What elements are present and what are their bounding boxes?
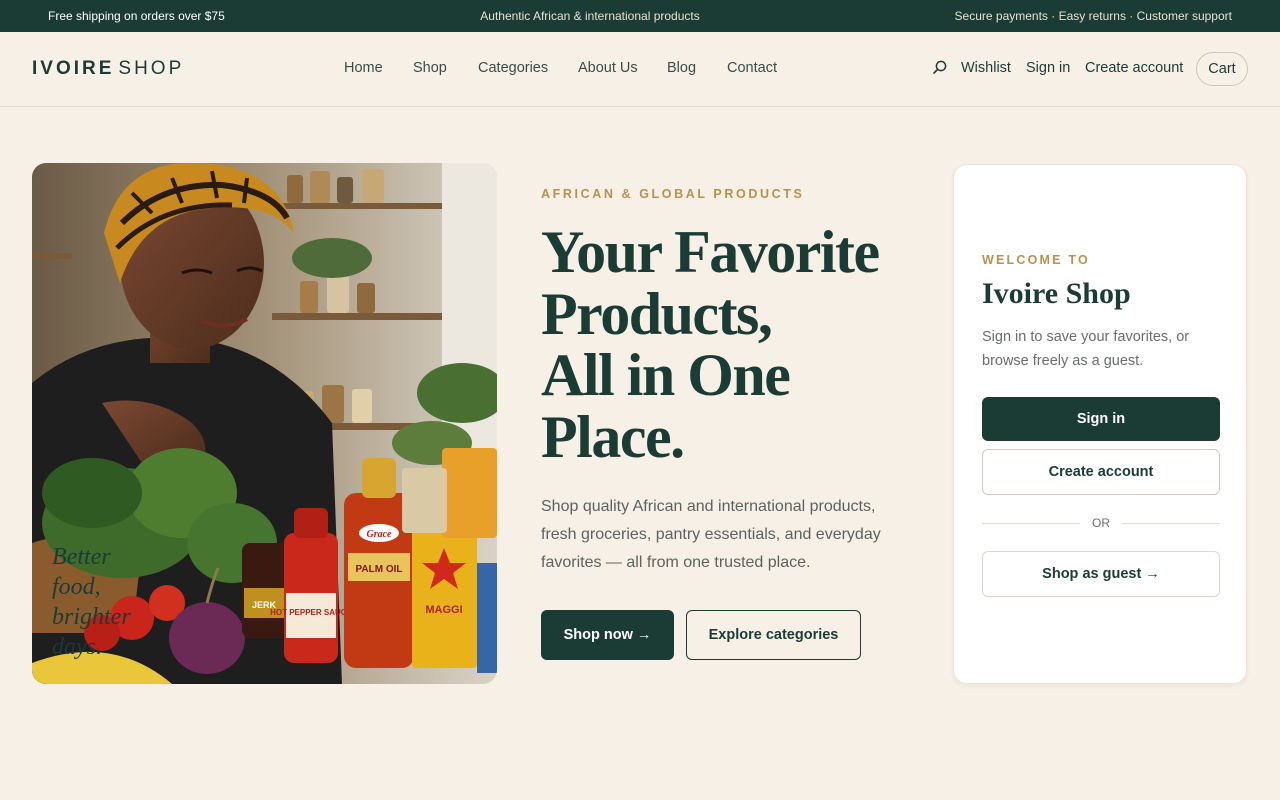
nav-contact[interactable]: Contact <box>727 60 777 76</box>
nav-blog[interactable]: Blog <box>667 60 696 76</box>
create-account-link[interactable]: Create account <box>1085 60 1183 76</box>
card-title: Ivoire Shop <box>982 277 1131 310</box>
image-tagline: Better food, brighter days. <box>52 542 162 662</box>
hot-pepper-label: HOT PEPPER SAUCE <box>270 608 352 617</box>
hero-title-line-1: Your Favorite <box>541 219 880 285</box>
card-signin-button[interactable]: Sign in <box>982 397 1220 441</box>
tagline-line-2: food, <box>52 574 101 600</box>
shop-now-button[interactable]: Shop now → <box>541 610 674 660</box>
divider-line-right <box>1122 523 1220 524</box>
tagline-line-3: brighter <box>52 604 131 630</box>
hero-title-line-2: Products, <box>541 280 773 347</box>
site-header: IVOIRE SHOP Home Shop Categories About Us… <box>0 32 1280 107</box>
hero-title-line-4: Place. <box>541 403 685 470</box>
hero-title-line-3: All in One <box>541 342 791 408</box>
nav-shop[interactable]: Shop <box>413 60 447 76</box>
palm-oil-label: PALM OIL <box>355 564 402 575</box>
service-notice: Secure payments · Easy returns · Custome… <box>954 9 1232 23</box>
hero-title: Your Favorite Products, All in One Place… <box>541 219 921 470</box>
card-description: Sign in to save your favorites, or brows… <box>982 329 1190 369</box>
hero-eyebrow: AFRICAN & GLOBAL PRODUCTS <box>541 187 805 201</box>
tagline-line-4: days. <box>52 634 102 660</box>
or-divider: OR <box>982 515 1220 531</box>
card-eyebrow: WELCOME TO <box>982 253 1090 267</box>
welcome-card: WELCOME TO Ivoire Shop Sign in to save y… <box>953 164 1247 684</box>
hero-description: Shop quality African and international p… <box>541 498 881 571</box>
nav-categories[interactable]: Categories <box>478 60 548 76</box>
nav-about-us[interactable]: About Us <box>578 60 638 76</box>
card-create-account-button[interactable]: Create account <box>982 449 1220 495</box>
wishlist-link[interactable]: Wishlist <box>961 60 1011 76</box>
hero-image: JERK HOT PEPPER SAUCE PALM OIL Grace MAG… <box>32 163 497 684</box>
tagline-line-1: Better <box>52 544 111 570</box>
explore-categories-button[interactable]: Explore categories <box>686 610 861 660</box>
shop-as-guest-button[interactable]: Shop as guest → <box>982 551 1220 597</box>
cart-button[interactable]: Cart <box>1196 52 1248 86</box>
signin-link[interactable]: Sign in <box>1026 60 1070 76</box>
grace-label: Grace <box>367 529 393 540</box>
search-icon[interactable] <box>931 59 949 77</box>
announcement-bar: Free shipping on orders over $75 Authent… <box>0 0 1280 32</box>
nav-home[interactable]: Home <box>344 60 383 76</box>
maggi-label: MAGGI <box>425 604 462 616</box>
